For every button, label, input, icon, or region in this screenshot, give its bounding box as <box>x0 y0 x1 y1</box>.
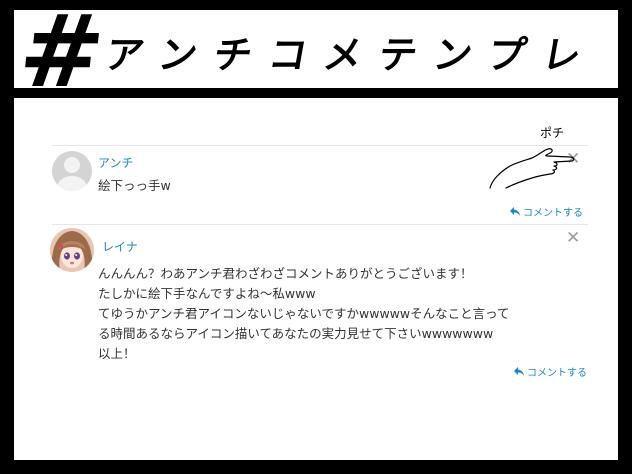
comment-line: てゆうかアンチ君アイコンないじゃないですかwwwwwそんなこと言って <box>98 306 510 321</box>
title-banner: # アンチコメテンプレ <box>14 10 618 120</box>
reply-button[interactable]: コメントする <box>514 364 587 379</box>
hash-box: # <box>14 10 110 120</box>
page-title: アンチコメテンプレ <box>101 32 602 77</box>
comment-line: たしかに絵下手なんですよね〜私www <box>98 286 316 301</box>
reply-icon <box>514 367 524 376</box>
comment-body: 絵下っっ手w <box>98 178 171 193</box>
reply-label: コメントする <box>523 208 583 219</box>
anime-girl-avatar-image <box>50 228 94 272</box>
comment-author[interactable]: レイナ <box>102 238 138 255</box>
divider <box>52 224 588 225</box>
divider <box>52 145 588 146</box>
poke-label: ポチ <box>540 126 565 140</box>
default-avatar-icon[interactable] <box>52 151 92 191</box>
close-icon[interactable]: ✕ <box>566 230 580 247</box>
comment-line: 以上！ <box>98 346 136 361</box>
title-underline <box>14 88 618 98</box>
pointing-hand-icon <box>489 148 575 189</box>
reply-icon <box>510 207 520 216</box>
comment-line: んんんん？わあアンチ君わざわざコメントありがとうございます！ <box>98 266 473 281</box>
comment-author[interactable]: アンチ <box>98 154 134 171</box>
reina-avatar[interactable] <box>50 228 94 272</box>
reply-button[interactable]: コメントする <box>510 204 583 219</box>
page-frame: # アンチコメテンプレ アンチ 絵下っっ手w ✕ コメントする ポチ レイナ ✕… <box>14 10 618 460</box>
comment-line: る時間あるならアイコン描いてあなたの実力見せて下さいwwwwwww <box>98 326 494 341</box>
reply-label: コメントする <box>527 368 587 379</box>
